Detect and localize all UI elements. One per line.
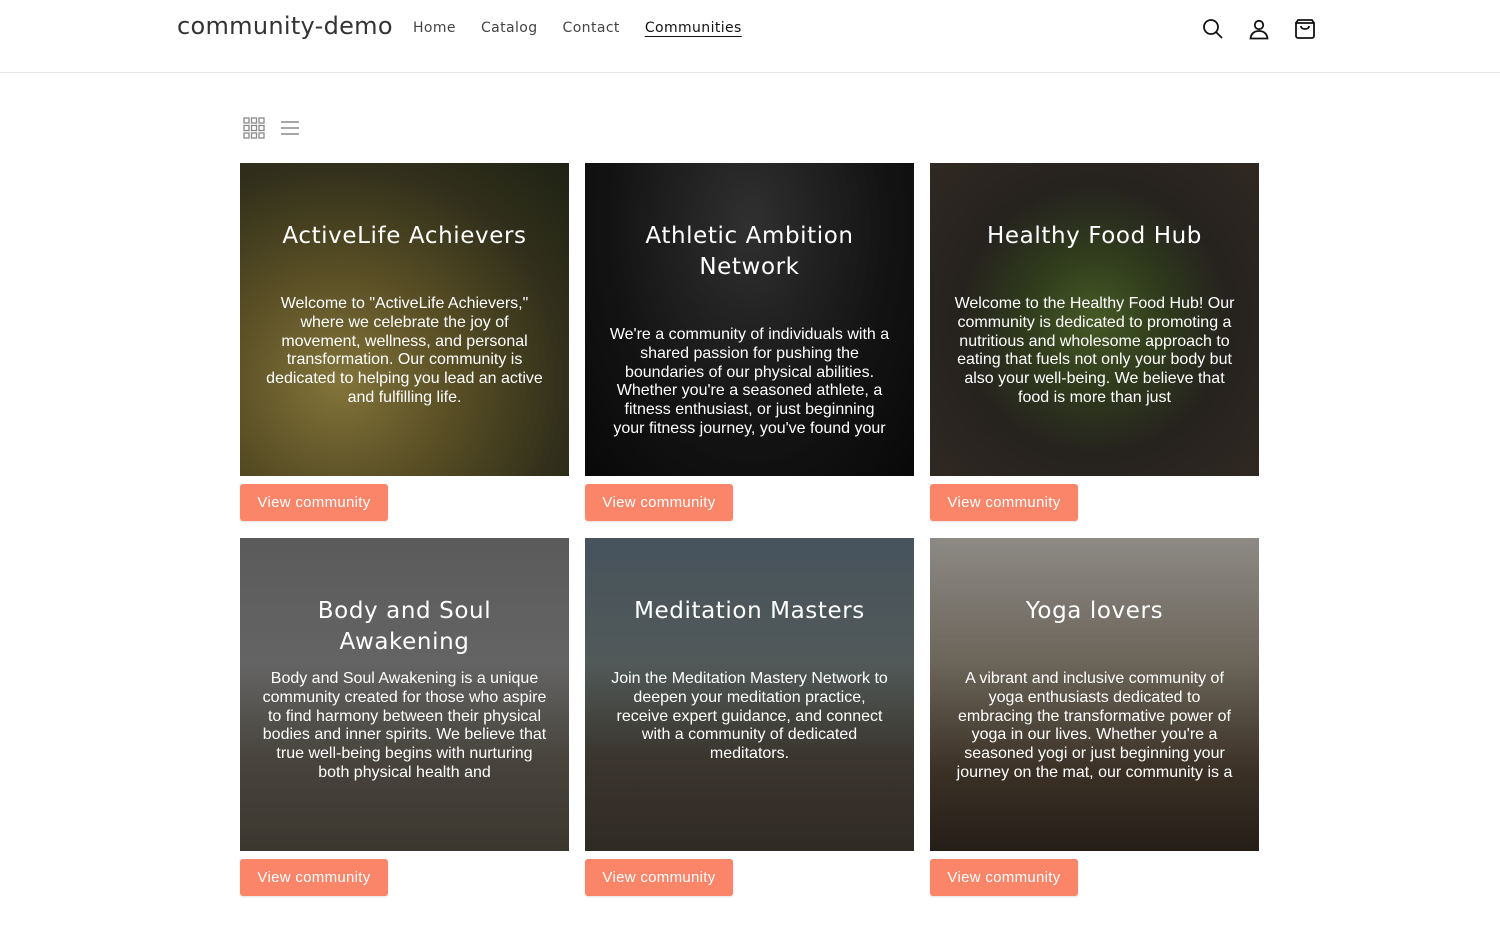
- card-image[interactable]: Athletic Ambition Network We're a commun…: [585, 163, 914, 476]
- card-description: A vibrant and inclusive community of yog…: [956, 670, 1233, 781]
- view-community-button[interactable]: View community: [240, 859, 388, 896]
- nav-home[interactable]: Home: [413, 20, 456, 36]
- site-header: community-demo Home Catalog Contact Comm…: [0, 0, 1500, 73]
- list-view-icon[interactable]: [279, 117, 301, 139]
- nav-contact[interactable]: Contact: [563, 20, 620, 36]
- cart-icon[interactable]: [1290, 14, 1320, 44]
- card-image[interactable]: Healthy Food Hub Welcome to the Healthy …: [930, 163, 1259, 476]
- card-title: Body and Soul Awakening: [317, 598, 492, 655]
- brand-logo[interactable]: community-demo: [177, 12, 393, 40]
- view-community-button[interactable]: View community: [930, 484, 1078, 521]
- view-community-button[interactable]: View community: [585, 859, 733, 896]
- card-description: Body and Soul Awakening is a unique comm…: [262, 670, 547, 781]
- header-icons: [1198, 14, 1336, 44]
- communities-grid: ActiveLife Achievers Welcome to "ActiveL…: [240, 163, 1260, 896]
- card-title: Athletic Ambition Network: [645, 223, 854, 280]
- card-image[interactable]: Yoga lovers A vibrant and inclusive comm…: [930, 538, 1259, 851]
- community-card: Athletic Ambition Network We're a commun…: [585, 163, 914, 521]
- community-card: Meditation Masters Join the Meditation M…: [585, 538, 914, 896]
- community-card: ActiveLife Achievers Welcome to "ActiveL…: [240, 163, 569, 521]
- card-image[interactable]: Meditation Masters Join the Meditation M…: [585, 538, 914, 851]
- card-title: Yoga lovers: [1025, 598, 1164, 624]
- card-description: We're a community of individuals with a …: [609, 326, 890, 437]
- nav-communities[interactable]: Communities: [645, 20, 742, 36]
- card-title: Meditation Masters: [634, 598, 865, 624]
- view-community-button[interactable]: View community: [240, 484, 388, 521]
- community-card: Healthy Food Hub Welcome to the Healthy …: [930, 163, 1259, 521]
- grid-view-icon[interactable]: [243, 117, 265, 139]
- card-description: Welcome to the Healthy Food Hub! Our com…: [954, 295, 1235, 406]
- card-image[interactable]: ActiveLife Achievers Welcome to "ActiveL…: [240, 163, 569, 476]
- view-community-button[interactable]: View community: [585, 484, 733, 521]
- card-image[interactable]: Body and Soul Awakening Body and Soul Aw…: [240, 538, 569, 851]
- community-card: Body and Soul Awakening Body and Soul Aw…: [240, 538, 569, 896]
- search-icon[interactable]: [1198, 14, 1228, 44]
- card-title: ActiveLife Achievers: [282, 223, 527, 249]
- card-description: Join the Meditation Mastery Network to d…: [611, 670, 888, 763]
- account-icon[interactable]: [1244, 14, 1274, 44]
- card-title: Healthy Food Hub: [987, 223, 1202, 249]
- nav-catalog[interactable]: Catalog: [481, 20, 538, 36]
- view-community-button[interactable]: View community: [930, 859, 1078, 896]
- community-card: Yoga lovers A vibrant and inclusive comm…: [930, 538, 1259, 896]
- card-description: Welcome to "ActiveLife Achievers," where…: [266, 295, 543, 406]
- main-nav: Home Catalog Contact Communities: [413, 20, 767, 36]
